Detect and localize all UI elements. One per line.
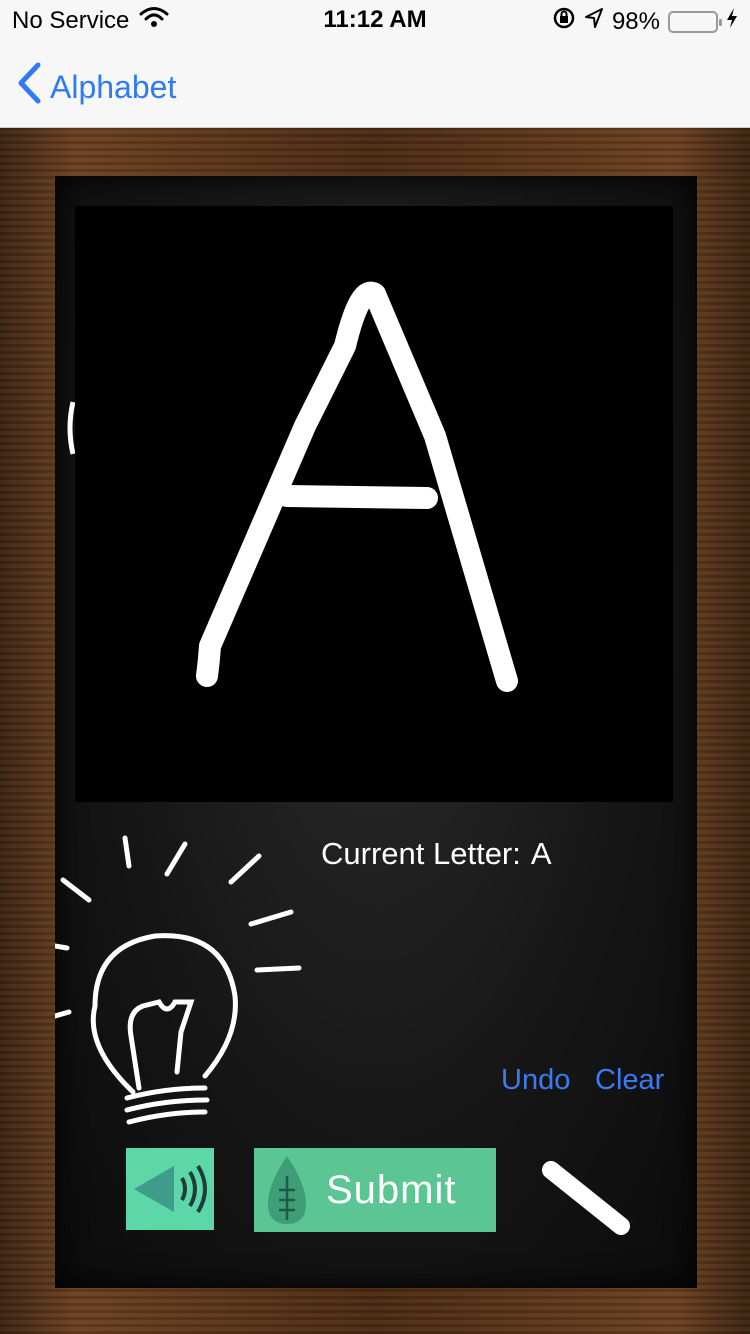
lightbulb-icon[interactable]: [55, 826, 315, 1126]
current-letter: Current Letter: A: [321, 836, 552, 872]
clear-button[interactable]: Clear: [595, 1064, 664, 1097]
chevron-left-icon: [16, 62, 42, 112]
chalkboard: Current Letter: A Undo Clear Submit: [55, 176, 697, 1288]
current-letter-value: A: [530, 836, 552, 871]
location-arrow-icon: [584, 7, 604, 36]
chalkboard-frame: Current Letter: A Undo Clear Submit: [0, 128, 750, 1334]
drawn-letter-stroke: [196, 281, 518, 692]
bolt-icon: [726, 7, 738, 36]
submit-button[interactable]: Submit: [254, 1148, 496, 1232]
current-letter-label: Current Letter:: [321, 836, 521, 871]
back-button[interactable]: Alphabet: [16, 62, 176, 112]
battery-icon: [668, 10, 722, 33]
navigation-bar: Alphabet: [0, 40, 750, 128]
chalk-icon[interactable]: [541, 1158, 641, 1238]
undo-button[interactable]: Undo: [501, 1064, 570, 1097]
canvas-edge-mark: [67, 401, 75, 455]
orientation-lock-icon: [552, 6, 576, 37]
battery-percent: 98%: [611, 7, 660, 35]
speaker-icon: [134, 1164, 207, 1214]
drawing-canvas[interactable]: [75, 206, 673, 802]
leaf-icon: [268, 1156, 306, 1224]
status-bar: No Service 11:12 AM 98%: [0, 0, 750, 40]
sound-button[interactable]: [126, 1148, 214, 1230]
status-right: 98%: [552, 6, 738, 37]
submit-label: Submit: [326, 1167, 457, 1212]
back-label: Alphabet: [50, 68, 177, 105]
